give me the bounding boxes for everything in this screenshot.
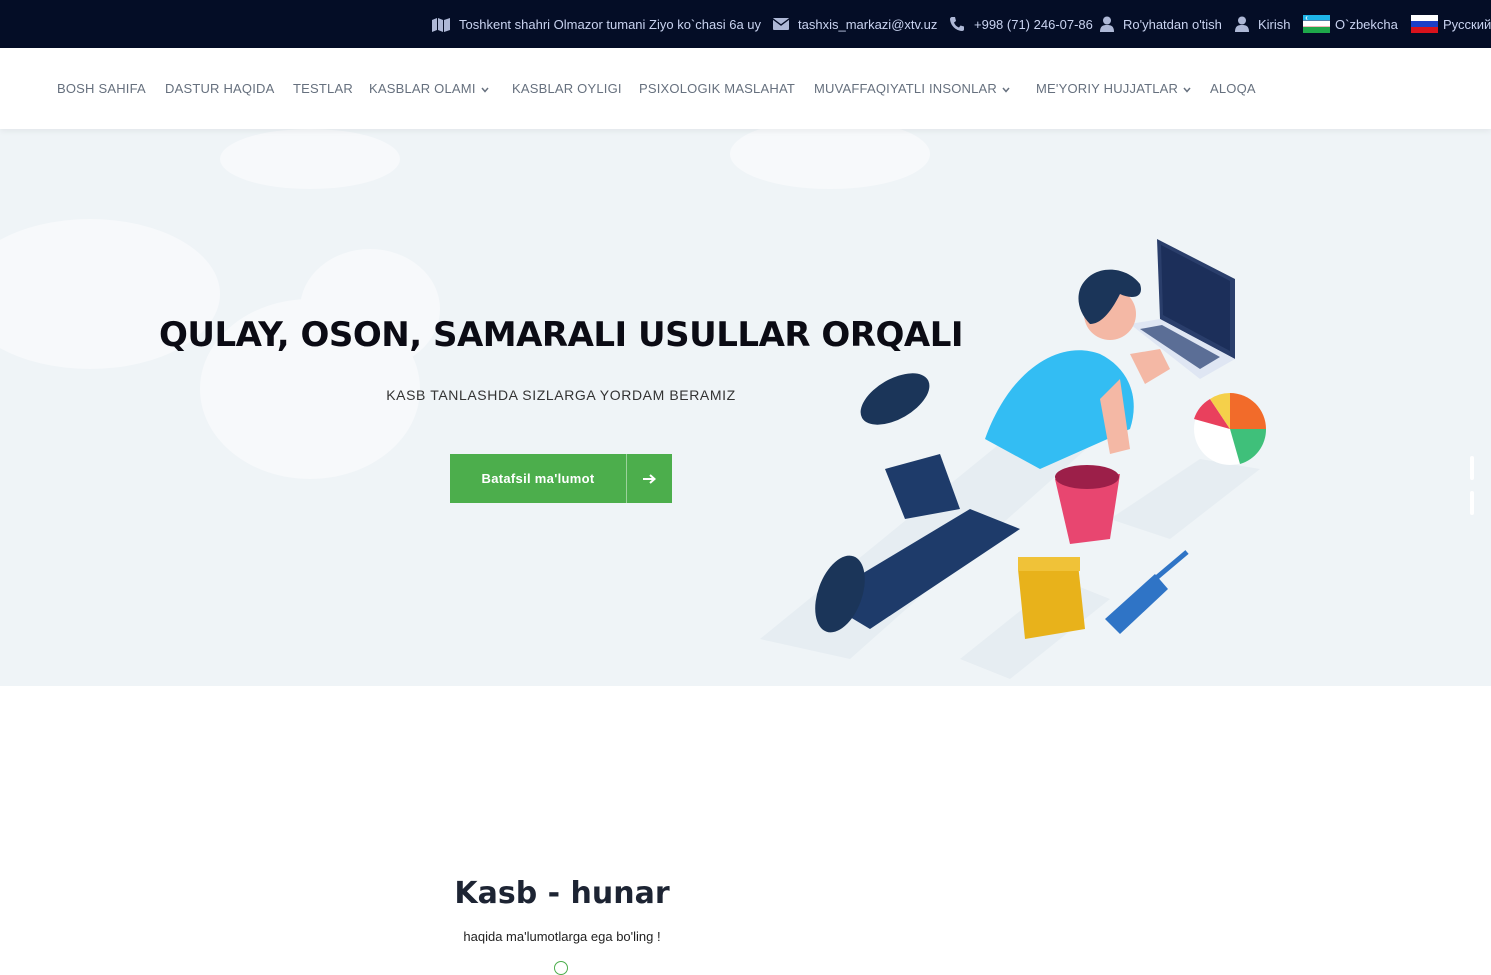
decorative-circle [554, 961, 568, 975]
map-icon [432, 17, 450, 32]
nav-item-muvaffaqiyatli-insonlar[interactable]: MUVAFFAQIYATLI INSONLAR [814, 48, 1010, 129]
chevron-down-icon [1183, 81, 1191, 96]
nav-item-aloqa[interactable]: ALOQA [1210, 48, 1256, 129]
nav-item-meyoriy-hujjatlar[interactable]: ME'YORIY HUJJATLAR [1036, 48, 1191, 129]
address-item: Toshkent shahri Olmazor tumani Ziyo ko`c… [432, 0, 761, 48]
nav-item-kasblar-oyligi[interactable]: KASBLAR OYLIGI [512, 48, 622, 129]
lang-uz[interactable]: O`zbekcha [1303, 0, 1398, 48]
address-text: Toshkent shahri Olmazor tumani Ziyo ko`c… [459, 16, 762, 32]
uzbekistan-flag-icon [1303, 15, 1330, 33]
lang-uz-label[interactable]: O`zbekcha [1335, 17, 1398, 32]
russia-flag-icon [1411, 15, 1438, 33]
user-icon [1100, 16, 1114, 32]
nav-item-testlar[interactable]: TESTLAR [293, 48, 353, 129]
more-info-button[interactable]: Batafsil ma'lumot [450, 454, 672, 503]
nav-item-psixologik-maslahat[interactable]: PSIXOLOGIK MASLAHAT [639, 48, 795, 129]
hero-illustration [700, 219, 1300, 684]
email-item[interactable]: tashxis_markazi@xtv.uz [773, 0, 937, 48]
main-nav: BOSH SAHIFA DASTUR HAQIDA TESTLAR KASBLA… [0, 48, 1491, 129]
user-icon [1235, 16, 1249, 32]
top-bar: Toshkent shahri Olmazor tumani Ziyo ko`c… [0, 0, 1491, 48]
phone-link[interactable]: +998 (71) 246-07-86 [974, 17, 1093, 32]
nav-item-dastur-haqida[interactable]: DASTUR HAQIDA [165, 48, 275, 129]
chevron-down-icon [1002, 81, 1010, 96]
lang-ru-label[interactable]: Русский [1443, 17, 1491, 32]
hero-section: QULAY, OSON, SAMARALI USULLAR ORQALI KAS… [0, 129, 1491, 686]
cloud-shape [730, 129, 930, 189]
envelope-icon [773, 18, 789, 30]
more-info-label: Batafsil ma'lumot [481, 471, 595, 486]
cloud-shape [220, 129, 400, 189]
lang-ru[interactable]: Русский [1411, 0, 1491, 48]
nav-item-bosh-sahifa[interactable]: BOSH SAHIFA [57, 48, 146, 129]
email-link[interactable]: tashxis_markazi@xtv.uz [798, 17, 937, 32]
register-item[interactable]: Ro'yhatdan o'tish [1100, 0, 1222, 48]
phone-item[interactable]: +998 (71) 246-07-86 [949, 0, 1093, 48]
phone-icon [949, 16, 965, 32]
nav-item-kasblar-olami[interactable]: KASBLAR OLAMI [369, 48, 489, 129]
arrow-right-icon [627, 454, 672, 503]
section-title: Kasb - hunar [454, 876, 670, 911]
login-link[interactable]: Kirish [1258, 17, 1291, 32]
register-link[interactable]: Ro'yhatdan o'tish [1123, 17, 1222, 32]
login-item[interactable]: Kirish [1235, 0, 1291, 48]
scroll-indicator [1470, 491, 1474, 515]
section-subtitle: haqida ma'lumotlarga ega bo'ling ! [463, 929, 661, 944]
chevron-down-icon [481, 81, 489, 96]
scroll-indicator [1470, 456, 1474, 480]
